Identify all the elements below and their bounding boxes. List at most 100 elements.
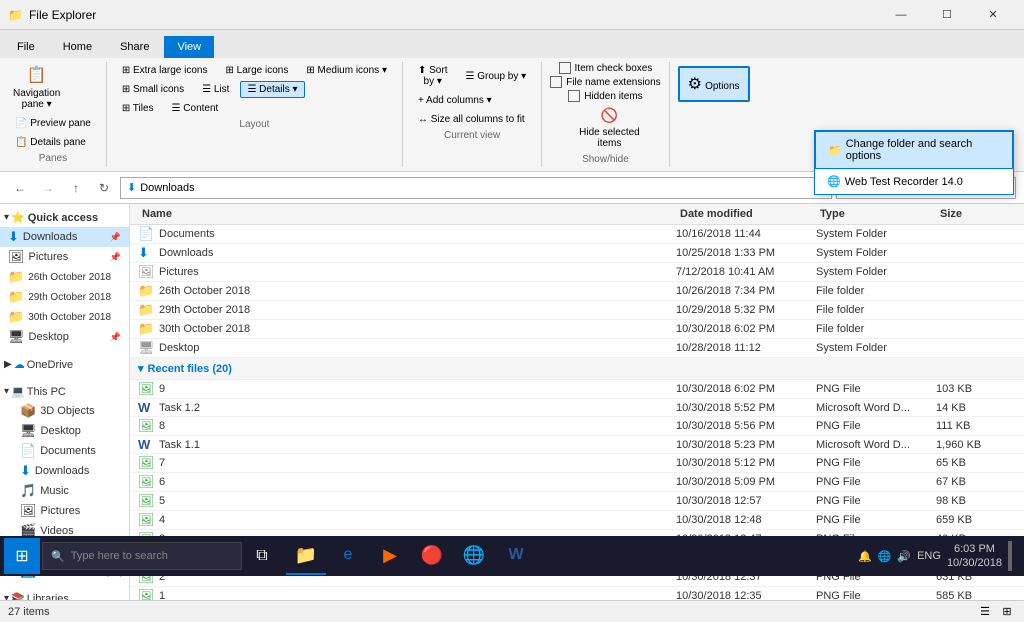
taskbar-vlc[interactable]: ▶ [370,537,410,575]
language-indicator[interactable]: ENG [917,550,941,562]
recent-file-row[interactable]: 🖼 5 10/30/2018 12:57 PNG File 98 KB [130,492,1024,511]
hidden-items-toggle[interactable]: Hidden items [568,90,642,102]
details-pane-button[interactable]: 📋 Details pane [8,134,93,151]
col-date[interactable]: Date modified [676,206,816,222]
recent-file-row[interactable]: 🖼 1 10/30/2018 12:35 PNG File 585 KB [130,587,1024,600]
sidebar-item-downloads[interactable]: ⬇ Downloads 📌 [0,227,129,247]
options-button[interactable]: ⚙ Options [678,66,750,102]
recent-file-row[interactable]: 🖼 8 10/30/2018 5:56 PM PNG File 111 KB [130,417,1024,436]
file-date-7: 10/30/2018 12:48 [676,514,816,526]
sidebar-item-pictures[interactable]: 🖼 Pictures 📌 [0,247,129,267]
col-name[interactable]: Name [138,206,676,222]
file-icon-0: 🖼 [138,381,154,397]
tab-view[interactable]: View [164,36,214,58]
start-button[interactable]: ⊞ [4,538,40,574]
size-all-columns-button[interactable]: ↔ Size all columns to fit [411,111,532,128]
file-name-extensions-toggle[interactable]: File name extensions [550,76,661,88]
this-pc-header[interactable]: ▾ 💻 This PC [0,382,129,401]
file-row-26oct[interactable]: 📁 26th October 2018 10/26/2018 7:34 PM F… [130,282,1024,301]
sidebar-item-29oct[interactable]: 📁 29th October 2018 [0,287,129,307]
hide-selected-button[interactable]: 🚫 Hide selecteditems [572,104,647,152]
taskbar-app-red[interactable]: 🔴 [412,537,452,575]
taskbar-edge[interactable]: e [328,537,368,575]
notification-icon[interactable]: 🔔 [858,550,872,563]
navigation-pane-button[interactable]: 📋 Navigationpane ▾ [8,62,65,113]
desktop-pc-icon: 🖥 [20,423,37,439]
col-size[interactable]: Size [936,206,1016,222]
large-icons-button[interactable]: ⊞ Large icons [218,62,295,79]
small-icons-button[interactable]: ⊞ Small icons [115,81,191,98]
file-size-1: 14 KB [936,402,1016,414]
file-row-downloads[interactable]: ⬇ Downloads 10/25/2018 1:33 PM System Fo… [130,244,1024,263]
task-view-button[interactable]: ⧉ [244,538,280,574]
recent-files-header[interactable]: ▾ Recent files (20) [130,358,1024,380]
file-row-documents[interactable]: 📄 Documents 10/16/2018 11:44 System Fold… [130,225,1024,244]
details-view-button[interactable]: ☰ [976,603,994,621]
change-folder-search-options[interactable]: 📁 Change folder and search options [815,131,1013,169]
sidebar-item-documents-pc[interactable]: 📄 Documents [0,441,129,461]
file-date-6: 10/30/2018 12:57 [676,495,816,507]
extra-large-icons-button[interactable]: ⊞ Extra large icons [115,62,215,79]
address-bar[interactable]: ⬇ Downloads ▾ [120,177,832,199]
taskbar-chrome[interactable]: 🌐 [454,537,494,575]
window-controls: — ☐ ✕ [878,0,1016,30]
minimize-button[interactable]: — [878,0,924,30]
file-row-desktop[interactable]: 🖥 Desktop 10/28/2018 11:12 System Folder [130,339,1024,358]
refresh-button[interactable]: ↻ [92,176,116,200]
item-check-boxes-toggle[interactable]: Item check boxes [559,62,653,74]
tab-share[interactable]: Share [107,36,162,58]
network-icon[interactable]: 🌐 [878,550,892,563]
file-row-pictures[interactable]: 🖼 Pictures 7/12/2018 10:41 AM System Fol… [130,263,1024,282]
preview-pane-button[interactable]: 📄 Preview pane [8,115,98,132]
list-button[interactable]: ☰ List [195,81,236,98]
medium-icons-button[interactable]: ⊞ Medium icons ▾ [299,62,394,79]
tab-home[interactable]: Home [50,36,105,58]
tab-file[interactable]: File [4,36,48,58]
forward-button[interactable]: → [36,176,60,200]
large-icons-view-button[interactable]: ⊞ [998,603,1016,621]
taskbar-word[interactable]: W [496,537,536,575]
quick-access-header[interactable]: ▾ ⭐ Quick access [0,208,129,227]
sidebar-item-desktop[interactable]: 🖥 Desktop 📌 [0,327,129,347]
file-name-3: Task 1.1 [159,439,200,451]
onedrive-group: ▶ ☁ OneDrive [0,351,129,378]
back-button[interactable]: ← [8,176,32,200]
show-desktop-button[interactable] [1008,541,1012,571]
file-row-29oct[interactable]: 📁 29th October 2018 10/29/2018 5:32 PM F… [130,301,1024,320]
recent-file-row[interactable]: 🖼 4 10/30/2018 12:48 PNG File 659 KB [130,511,1024,530]
taskbar-search[interactable]: 🔍 Type here to search [42,542,242,570]
recent-file-row[interactable]: W Task 1.1 10/30/2018 5:23 PM Microsoft … [130,436,1024,454]
sidebar-item-music[interactable]: 🎵 Music [0,481,129,501]
close-button[interactable]: ✕ [970,0,1016,30]
sidebar-item-3d-objects[interactable]: 📦 3D Objects [0,401,129,421]
libraries-header[interactable]: ▾ 📚 Libraries [0,589,129,600]
onedrive-header[interactable]: ▶ ☁ OneDrive [0,355,129,374]
col-type[interactable]: Type [816,206,936,222]
recent-file-row[interactable]: 🖼 6 10/30/2018 5:09 PM PNG File 67 KB [130,473,1024,492]
sidebar-item-downloads-pc[interactable]: ⬇ Downloads [0,461,129,481]
recent-files-chevron: ▾ [138,362,144,375]
web-test-recorder[interactable]: 🌐 Web Test Recorder 14.0 [815,169,1013,194]
taskbar-time[interactable]: 6:03 PM 10/30/2018 [947,542,1002,571]
sidebar-item-pictures-pc[interactable]: 🖼 Pictures [0,501,129,521]
file-icon-5: 🖼 [138,474,154,490]
volume-icon[interactable]: 🔊 [897,550,911,563]
recent-file-row[interactable]: 🖼 9 10/30/2018 6:02 PM PNG File 103 KB [130,380,1024,399]
group-by-button[interactable]: ☰ Group by ▾ [458,68,533,85]
sort-by-button[interactable]: ⬆ Sortby ▾ [411,62,455,90]
details-button[interactable]: ☰ Details ▾ [240,81,304,98]
content-button[interactable]: ☰ Content [165,100,226,117]
taskbar-file-explorer[interactable]: 📁 [286,537,326,575]
sidebar-item-desktop-pc[interactable]: 🖥 Desktop [0,421,129,441]
maximize-button[interactable]: ☐ [924,0,970,30]
file-row-30oct[interactable]: 📁 30th October 2018 10/30/2018 6:02 PM F… [130,320,1024,339]
file-date-3: 10/30/2018 5:23 PM [676,439,816,451]
recent-file-row[interactable]: 🖼 7 10/30/2018 5:12 PM PNG File 65 KB [130,454,1024,473]
up-button[interactable]: ↑ [64,176,88,200]
tiles-button[interactable]: ⊞ Tiles [115,100,161,117]
sidebar-item-30oct[interactable]: 📁 30th October 2018 [0,307,129,327]
options-label: Options [705,81,739,92]
recent-file-row[interactable]: W Task 1.2 10/30/2018 5:52 PM Microsoft … [130,399,1024,417]
add-columns-button[interactable]: + Add columns ▾ [411,92,499,109]
sidebar-item-26oct[interactable]: 📁 26th October 2018 [0,267,129,287]
